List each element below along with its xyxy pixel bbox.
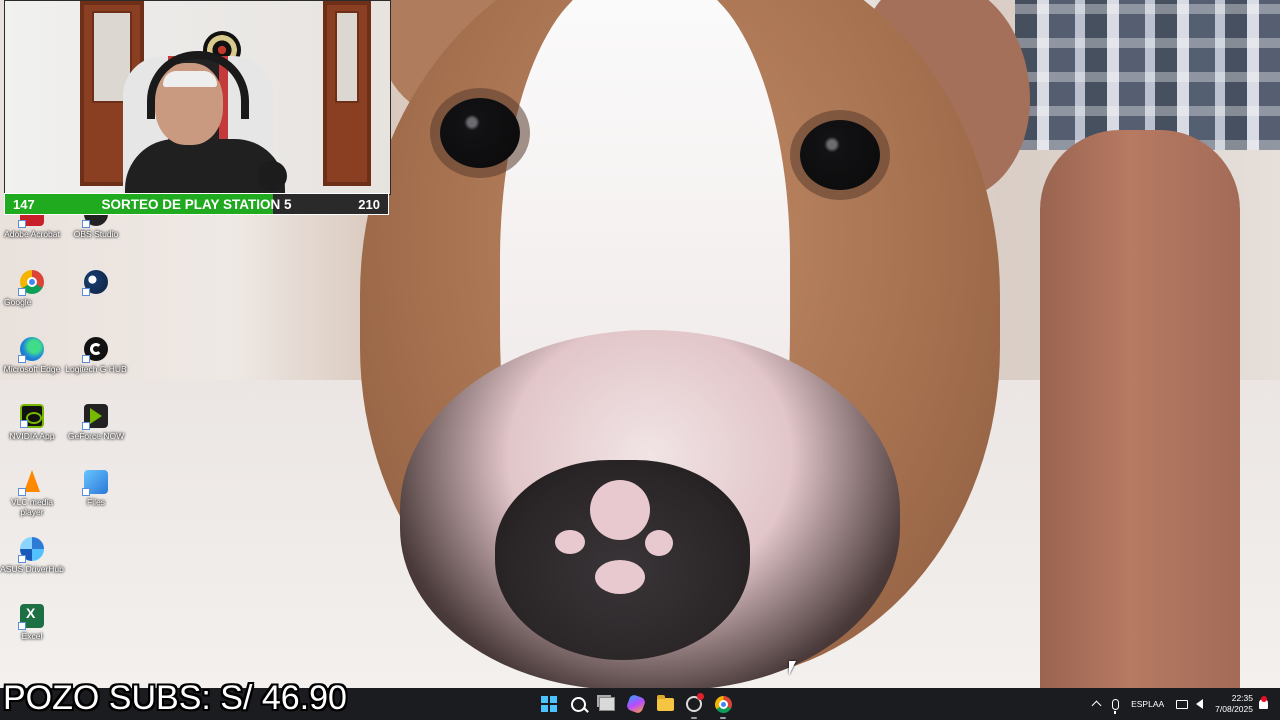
desktop-icon-files[interactable]: Files (64, 470, 128, 507)
webcam-door-right (323, 1, 371, 186)
show-hidden-icons-button[interactable] (1091, 699, 1102, 711)
chrome-icon (18, 270, 44, 296)
desktop-icon-excel[interactable]: X Excel (0, 604, 64, 641)
steam-icon (82, 270, 108, 296)
taskbar-apps (538, 688, 734, 720)
microphone-icon (1112, 698, 1120, 714)
desktop-icon-label: Adobe Acrobat (4, 229, 60, 239)
webcam-overlay (4, 0, 391, 195)
copilot-icon (625, 693, 647, 715)
wallpaper-dog-nose (495, 460, 750, 660)
sub-goal-title: SORTEO DE PLAY STATION 5 (101, 196, 292, 212)
desktop-icon-vlc[interactable]: VLC media player (0, 470, 64, 517)
wallpaper-dog-eye-left (440, 98, 520, 168)
start-button[interactable] (538, 693, 560, 715)
chevron-up-icon (1091, 700, 1102, 711)
desktop-icon-steam[interactable] (64, 270, 128, 297)
clock-time: 22:35 (1231, 693, 1253, 703)
clock-date: 7/08/2025 (1215, 704, 1253, 714)
desktop-icon-ghub[interactable]: Logitech G HUB (64, 337, 128, 374)
task-view-button[interactable] (596, 693, 618, 715)
lang-layout: LAA (1148, 699, 1165, 709)
volume-icon (1196, 699, 1204, 709)
desktop-icon-label: Files (87, 497, 105, 507)
taskbar-app-ring[interactable] (683, 693, 705, 719)
system-tray: ESP LAA 22:35 7/08/2025 (1087, 688, 1280, 720)
geforce-now-icon (82, 404, 108, 430)
wallpaper-leg (1040, 130, 1240, 688)
search-icon (570, 696, 586, 712)
asus-driverhub-icon (18, 537, 44, 563)
sub-goal-current: 147 (13, 196, 35, 212)
vlc-icon (18, 470, 44, 496)
mouse-cursor-icon (789, 661, 796, 675)
desktop-icon-label: OBS Studio (73, 229, 119, 239)
wallpaper-dog-eye-right (800, 120, 880, 190)
sub-goal-bar: 147 SORTEO DE PLAY STATION 5 210 (4, 193, 389, 215)
desktop-icon-nvidia[interactable]: NVIDIA App (0, 404, 64, 441)
excel-icon: X (18, 604, 44, 630)
network-icon (1176, 699, 1189, 709)
desktop-icon-chrome[interactable]: Google (0, 270, 64, 307)
edge-icon (18, 337, 44, 363)
wallpaper-plaid-shorts (1015, 0, 1280, 150)
input-language[interactable]: ESP LAA (1131, 699, 1164, 709)
desktop-icon-label: Logitech G HUB (65, 364, 127, 374)
desktop-icon-label: Google (4, 297, 32, 307)
desktop-icon-label: ASUS DriverHub (0, 564, 64, 574)
desktop-icon-label: Excel (21, 631, 43, 641)
taskbar-chrome[interactable] (712, 693, 734, 719)
file-explorer-button[interactable] (654, 693, 676, 715)
nvidia-icon (20, 404, 44, 428)
clock[interactable]: 22:35 7/08/2025 (1215, 693, 1253, 715)
files-icon (82, 470, 108, 496)
sub-goal-target: 210 (358, 196, 380, 212)
app-ring-icon (686, 693, 704, 712)
desktop-icon-geforce-now[interactable]: GeForce NOW (64, 404, 128, 441)
desktop-icon-label: Microsoft Edge (3, 364, 61, 374)
start-icon (541, 696, 557, 712)
network-volume-group[interactable] (1176, 699, 1204, 709)
logitech-ghub-icon (82, 337, 108, 363)
desktop-icon-edge[interactable]: Microsoft Edge (0, 337, 64, 374)
chrome-icon (714, 695, 732, 713)
notification-bell-icon[interactable] (1259, 696, 1268, 709)
desktop-icon-label: GeForce NOW (67, 431, 125, 441)
lang-code: ESP (1131, 699, 1149, 709)
pozo-subs-overlay: POZO SUBS: S/ 46.90 (3, 679, 347, 717)
file-explorer-icon (656, 694, 674, 711)
webcam-microphone (257, 161, 287, 191)
desktop-icon-label: VLC media player (10, 497, 54, 517)
copilot-button[interactable] (625, 693, 647, 715)
task-view-icon (599, 697, 615, 711)
microphone-status[interactable] (1112, 698, 1120, 714)
search-button[interactable] (567, 693, 589, 715)
desktop-icon-label: NVIDIA App (9, 431, 55, 441)
desktop-icon-asus[interactable]: ASUS DriverHub (0, 537, 64, 574)
